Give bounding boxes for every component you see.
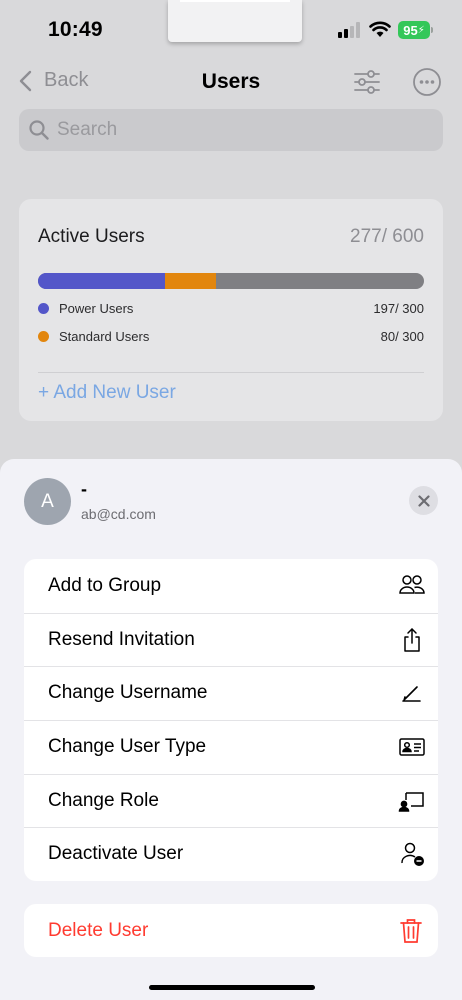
page-title: Users (201, 70, 261, 93)
menu-item-label: Add to Group (48, 574, 162, 596)
battery-level: 95 (403, 22, 418, 38)
user-email: ab@cd.com (81, 506, 156, 522)
legend-value: 197/ 300 (373, 301, 424, 316)
search-input[interactable]: Search (57, 119, 117, 141)
role-screen-icon (398, 792, 424, 812)
delete-user-button[interactable]: Delete User (24, 904, 438, 957)
menu-item-label: Deactivate User (48, 843, 184, 865)
legend-row-power: Power Users 197/ 300 (38, 301, 424, 316)
cellular-signal-icon (338, 22, 360, 38)
active-users-card: Active Users 277/ 600 Power Users 197/ 3… (19, 199, 443, 421)
navigation-bar: Back Users (0, 62, 462, 102)
battery-indicator: 95 ⚡ (398, 21, 433, 39)
add-new-user-button[interactable]: + Add New User (38, 382, 176, 404)
floating-preview (168, 0, 302, 42)
change-role-item[interactable]: Change Role (24, 773, 438, 828)
legend-label: Power Users (59, 301, 134, 316)
home-indicator[interactable] (149, 985, 315, 990)
trash-icon (400, 919, 422, 943)
menu-item-label: Change User Type (48, 735, 207, 757)
resend-invitation-item[interactable]: Resend Invitation (24, 612, 438, 667)
person-minus-icon (401, 843, 424, 867)
usage-progress-bar (38, 273, 424, 289)
change-user-type-item[interactable]: Change User Type (24, 720, 438, 774)
menu-item-label: Resend Invitation (48, 628, 195, 650)
standard-users-segment (164, 273, 216, 289)
deactivate-user-item[interactable]: Deactivate User (24, 827, 438, 881)
power-users-segment (38, 273, 165, 289)
active-users-count: 277/ 600 (350, 226, 424, 247)
close-button[interactable] (409, 486, 438, 515)
status-bar: 10:49 95 ⚡ (0, 0, 462, 58)
more-options-icon[interactable] (412, 67, 442, 97)
id-card-icon (399, 738, 425, 756)
divider (38, 372, 424, 373)
avatar: A (24, 478, 71, 525)
charging-bolt-icon: ⚡ (417, 24, 425, 36)
pencil-icon (402, 686, 421, 703)
standard-users-dot (38, 331, 49, 342)
power-users-dot (38, 303, 49, 314)
change-username-item[interactable]: Change Username (24, 666, 438, 720)
delete-user-label: Delete User (48, 919, 149, 941)
group-icon (399, 575, 425, 594)
wifi-icon (369, 21, 391, 37)
search-bar[interactable]: Search (19, 109, 443, 151)
user-name: - (81, 479, 87, 499)
actions-menu: Add to Group Resend Invitation Change Us… (24, 559, 438, 882)
user-actions-sheet: A - ab@cd.com Add to Group Resend Invita… (0, 459, 462, 1000)
legend-row-standard: Standard Users 80/ 300 (38, 329, 424, 344)
close-icon (417, 494, 430, 507)
status-time: 10:49 (48, 18, 103, 41)
legend-value: 80/ 300 (380, 329, 424, 344)
share-icon (404, 627, 420, 652)
filter-sliders-icon[interactable] (352, 68, 382, 96)
card-title: Active Users (38, 226, 145, 247)
search-icon (29, 120, 49, 140)
legend-label: Standard Users (59, 329, 150, 344)
add-to-group-item[interactable]: Add to Group (24, 559, 438, 613)
menu-item-label: Change Username (48, 682, 208, 704)
menu-item-label: Change Role (48, 789, 159, 811)
